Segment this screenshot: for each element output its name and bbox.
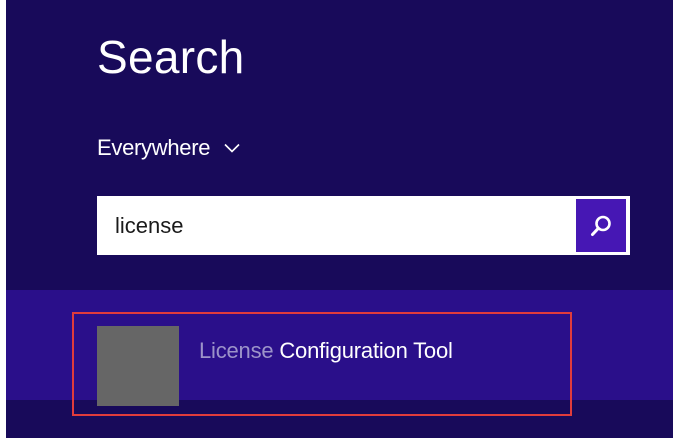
search-button[interactable] [576, 199, 626, 252]
search-scope-label: Everywhere [97, 135, 211, 160]
search-charm-panel: Search Everywhere License Configuration … [6, 0, 673, 438]
search-icon [591, 215, 611, 236]
search-box [97, 196, 630, 255]
result-rest-text: Configuration Tool [273, 338, 453, 363]
result-match-text: License [199, 338, 274, 363]
chevron-down-icon [224, 143, 240, 153]
search-input[interactable] [97, 196, 567, 255]
page-title: Search [97, 31, 245, 83]
search-scope-dropdown[interactable]: Everywhere [97, 133, 240, 163]
search-result-license-configuration-tool[interactable]: License Configuration Tool [72, 312, 572, 416]
result-label: License Configuration Tool [199, 338, 453, 364]
app-tile-icon [97, 326, 179, 406]
